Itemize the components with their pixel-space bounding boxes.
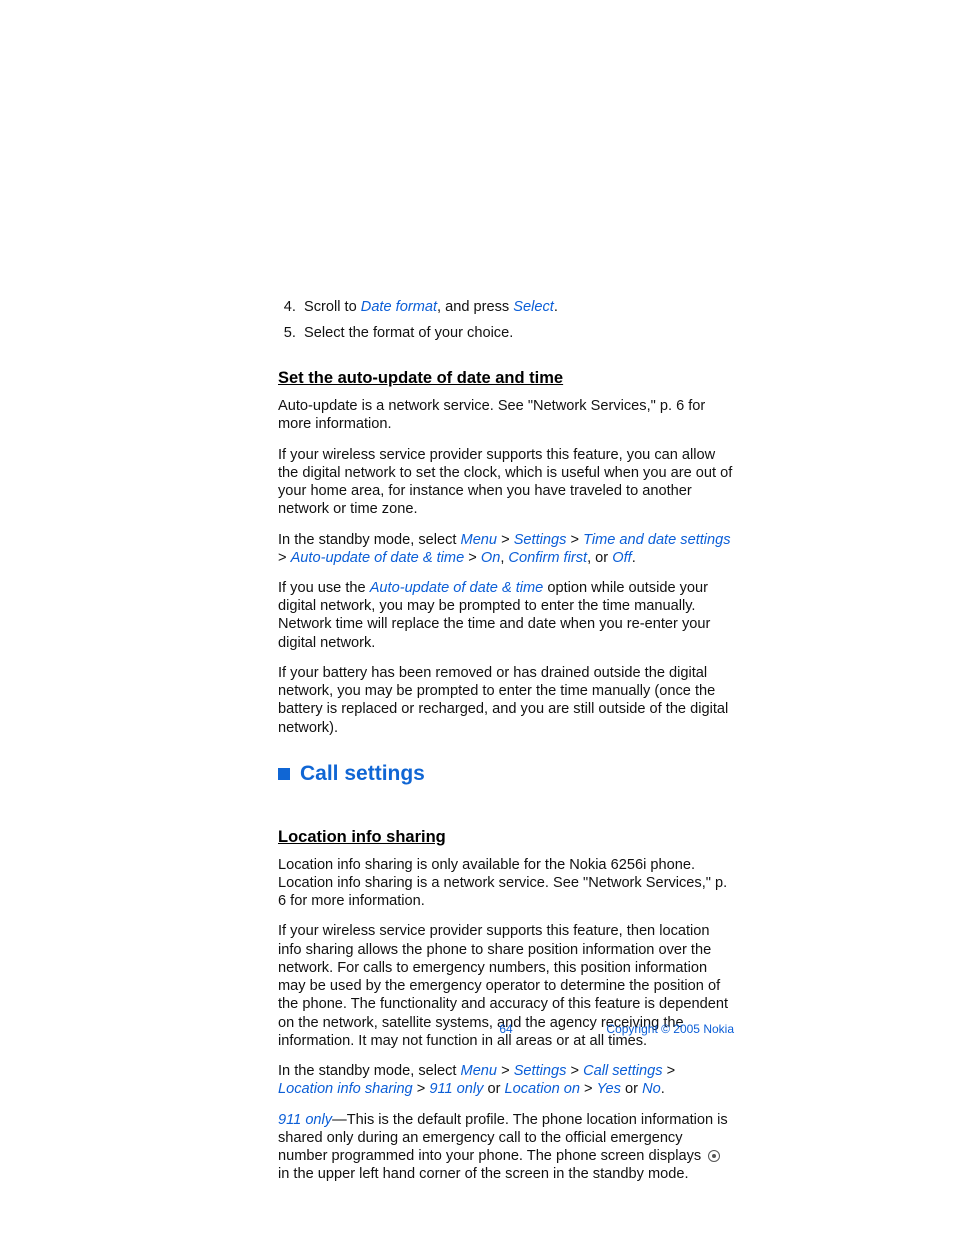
- step-list: Scroll to Date format, and press Select.…: [278, 298, 734, 342]
- menu-path: Call settings: [583, 1063, 663, 1079]
- section-heading-row: Call settings: [278, 761, 734, 787]
- body-text: If you use the: [278, 580, 370, 596]
- menu-path: Auto-update of date & time: [370, 580, 544, 596]
- body-text: In the standby mode, select: [278, 1063, 461, 1079]
- body-text: or: [621, 1081, 642, 1097]
- document-page: Scroll to Date format, and press Select.…: [0, 0, 954, 1235]
- page-footer: . 64 Copyright © 2005 Nokia: [278, 1022, 734, 1036]
- body-paragraph: If you use the Auto-update of date & tim…: [278, 579, 734, 652]
- menu-path: Confirm first: [508, 550, 587, 566]
- body-paragraph: 911 only—This is the default profile. Th…: [278, 1111, 734, 1184]
- menu-path: Menu: [461, 1063, 498, 1079]
- menu-path: Location on: [505, 1081, 580, 1097]
- step-item: Scroll to Date format, and press Select.: [300, 298, 734, 316]
- menu-path: Time and date settings: [583, 532, 731, 548]
- body-text: , or: [587, 550, 612, 566]
- menu-path: Date format: [361, 299, 437, 315]
- page-body: Scroll to Date format, and press Select.…: [278, 298, 734, 1195]
- step-text: , and press: [437, 299, 513, 315]
- body-text: .: [661, 1081, 665, 1097]
- menu-path: 911 only: [429, 1081, 483, 1097]
- square-bullet-icon: [278, 768, 290, 780]
- body-text: in the upper left hand corner of the scr…: [278, 1166, 689, 1182]
- page-number: 64: [499, 1022, 512, 1036]
- step-text: Select the format of your choice.: [304, 325, 513, 341]
- body-text: or: [483, 1081, 504, 1097]
- body-paragraph: Auto-update is a network service. See "N…: [278, 397, 734, 433]
- menu-path: Menu: [461, 532, 498, 548]
- body-text: >: [464, 550, 481, 566]
- body-paragraph: Location info sharing is only available …: [278, 856, 734, 911]
- body-paragraph: If your battery has been removed or has …: [278, 664, 734, 737]
- menu-path: 911 only: [278, 1112, 332, 1128]
- subheading-auto-update: Set the auto-update of date and time: [278, 368, 734, 389]
- body-paragraph: If your wireless service provider suppor…: [278, 446, 734, 519]
- copyright-text: Copyright © 2005 Nokia: [606, 1022, 734, 1036]
- body-text: .: [632, 550, 636, 566]
- subheading-location-info: Location info sharing: [278, 827, 734, 848]
- step-text: .: [554, 299, 558, 315]
- menu-path: No: [642, 1081, 661, 1097]
- step-text: Scroll to: [304, 299, 361, 315]
- menu-path: Yes: [597, 1081, 621, 1097]
- body-text: In the standby mode, select: [278, 532, 461, 548]
- body-paragraph: In the standby mode, select Menu > Setti…: [278, 1062, 734, 1098]
- location-indicator-icon: [708, 1150, 720, 1162]
- body-text: >: [413, 1081, 430, 1097]
- menu-path: Auto-update of date & time: [291, 550, 465, 566]
- menu-path: Off: [612, 550, 631, 566]
- section-heading-call-settings: Call settings: [300, 761, 425, 787]
- body-text: —This is the default profile. The phone …: [278, 1112, 728, 1164]
- body-paragraph: In the standby mode, select Menu > Setti…: [278, 531, 734, 567]
- step-item: Select the format of your choice.: [300, 324, 734, 342]
- menu-path: On: [481, 550, 500, 566]
- body-text: >: [580, 1081, 597, 1097]
- menu-path: Location info sharing: [278, 1081, 413, 1097]
- menu-path: Settings: [514, 1063, 567, 1079]
- menu-path: Select: [513, 299, 554, 315]
- menu-path: Settings: [514, 532, 567, 548]
